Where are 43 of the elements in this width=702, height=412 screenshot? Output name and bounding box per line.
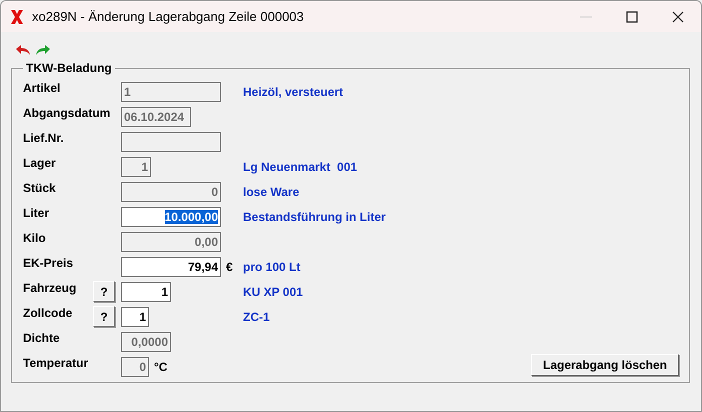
close-icon[interactable]: [672, 10, 684, 22]
input-field[interactable]: 0: [121, 182, 221, 202]
field-label: Kilo: [23, 231, 46, 246]
input-field[interactable]: 1: [121, 282, 171, 302]
info-text: Heizöl, versteuert: [243, 84, 344, 98]
input-field[interactable]: 10.000,00: [121, 206, 221, 226]
info-text: pro 100 Lt: [243, 260, 300, 274]
info-text: KU XP 001: [243, 284, 303, 298]
input-field[interactable]: 06.10.2024: [121, 106, 191, 126]
input-field[interactable]: 0: [121, 356, 149, 376]
window-title: xo289N - Änderung Lagerabgang Zeile 000003: [32, 9, 305, 24]
delete-button[interactable]: Lagerabgang löschen: [531, 354, 679, 376]
field-label: Abgangsdatum: [23, 106, 110, 121]
unit-label: °C: [154, 360, 168, 374]
info-text: lose Ware: [243, 184, 300, 198]
field-label: Lief.Nr.: [23, 131, 64, 146]
input-field[interactable]: 79,94: [121, 256, 221, 276]
maximize-icon[interactable]: [626, 10, 638, 22]
field-label: Stück: [23, 181, 56, 196]
input-field[interactable]: 1: [121, 306, 149, 326]
field-label: Zollcode: [23, 306, 72, 321]
input-field[interactable]: [121, 132, 221, 152]
field-label: Artikel: [23, 81, 60, 96]
input-field[interactable]: 0,0000: [121, 332, 171, 352]
lookup-button[interactable]: ?: [93, 306, 115, 327]
input-field[interactable]: 0,00: [121, 232, 221, 252]
undo-icon[interactable]: [15, 44, 31, 56]
input-field[interactable]: 1: [121, 82, 221, 102]
group-title: TKW-Beladung: [25, 61, 113, 75]
field-label: Lager: [23, 156, 56, 171]
field-label: EK-Preis: [23, 256, 74, 271]
app-logo-icon: [10, 8, 24, 24]
lookup-button[interactable]: ?: [93, 281, 115, 302]
input-field[interactable]: 1: [121, 156, 151, 176]
redo-icon[interactable]: [35, 44, 51, 56]
field-label: Temperatur: [23, 356, 88, 371]
info-text: Lg Neuenmarkt 001: [243, 160, 358, 174]
field-label: Dichte: [23, 331, 60, 346]
field-label: Fahrzeug: [23, 281, 76, 296]
field-label: Liter: [23, 206, 50, 221]
unit-label: €: [226, 260, 233, 274]
info-text: ZC-1: [243, 310, 270, 324]
info-text: Bestandsführung in Liter: [243, 210, 386, 224]
